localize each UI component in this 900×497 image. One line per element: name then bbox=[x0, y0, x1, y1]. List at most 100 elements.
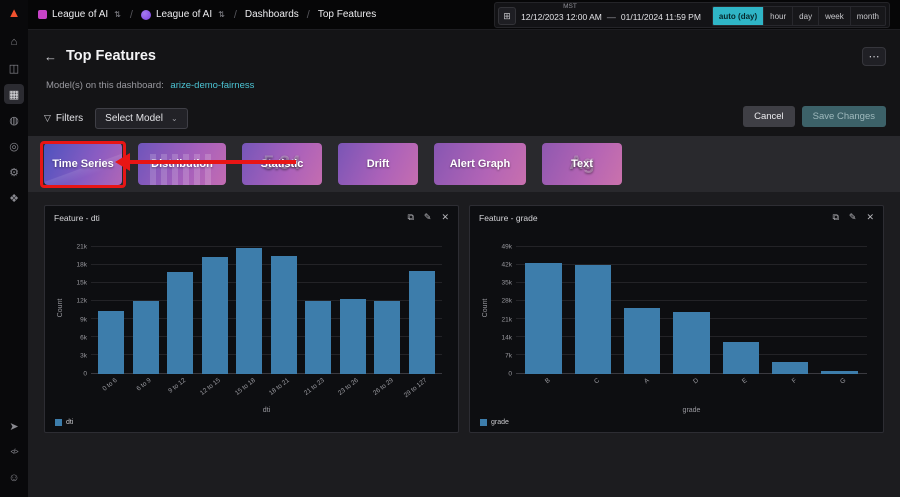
y-tick-labels: 03k6k9k12k15k18k21k bbox=[57, 242, 87, 374]
chart-panel: Feature - grade ⧉ ✎ ✕ Count 07k14k21k28k… bbox=[469, 205, 884, 433]
widget-card-label: Time Series bbox=[52, 158, 114, 170]
integrations-icon[interactable]: ❖ bbox=[4, 188, 24, 208]
org-avatar-icon bbox=[38, 10, 47, 19]
bar bbox=[236, 248, 262, 374]
code-icon[interactable]: </> bbox=[4, 442, 24, 462]
date-start[interactable]: 12/12/2023 12:00 AM bbox=[516, 12, 607, 22]
plot-area: Count 07k14k21k28k35k42k49k BCADEFG grad… bbox=[516, 242, 867, 374]
widget-card-drift[interactable]: Drift bbox=[338, 143, 418, 185]
granularity-hour[interactable]: hour bbox=[764, 6, 793, 26]
page-title: Top Features bbox=[66, 48, 156, 64]
embeddings-icon[interactable]: ◎ bbox=[4, 136, 24, 156]
widget-card-statistic[interactable]: 5.34 Statistic bbox=[242, 143, 322, 185]
panel-title: Feature - dti bbox=[54, 213, 100, 223]
breadcrumb-separator: / bbox=[234, 9, 237, 21]
bar bbox=[575, 265, 611, 374]
duplicate-icon[interactable]: ⧉ bbox=[407, 212, 413, 223]
model-link[interactable]: arize-demo-fairness bbox=[170, 80, 254, 91]
home-icon[interactable]: ⌂ bbox=[4, 32, 24, 52]
breadcrumb-dashboards[interactable]: Dashboards bbox=[245, 9, 299, 20]
close-icon[interactable]: ✕ bbox=[441, 212, 449, 223]
granularity-month[interactable]: month bbox=[851, 6, 886, 26]
bar bbox=[409, 271, 435, 374]
page-header: ← Top Features bbox=[44, 44, 156, 68]
duplicate-icon[interactable]: ⧉ bbox=[832, 212, 838, 223]
dashboards-icon[interactable]: ▦ bbox=[4, 84, 24, 104]
legend-label: dti bbox=[66, 419, 73, 426]
x-axis-label: grade bbox=[516, 407, 867, 414]
legend-label: grade bbox=[491, 419, 509, 426]
send-icon[interactable]: ➤ bbox=[4, 416, 24, 436]
widget-card-label: Text bbox=[571, 158, 593, 170]
bar bbox=[723, 342, 759, 374]
panel-header: Feature - grade ⧉ ✎ ✕ bbox=[470, 206, 883, 223]
edit-pencil-icon[interactable]: ✎ bbox=[424, 212, 432, 223]
model-line: Model(s) on this dashboard: arize-demo-f… bbox=[46, 80, 254, 91]
bar bbox=[673, 312, 709, 374]
cancel-button[interactable]: Cancel bbox=[743, 106, 795, 127]
widget-card-alert-graph[interactable]: Alert Graph bbox=[434, 143, 526, 185]
settings-gear-icon[interactable]: ⚙ bbox=[4, 162, 24, 182]
chart-panel: Feature - dti ⧉ ✎ ✕ Count 03k6k9k12k15k1… bbox=[44, 205, 459, 433]
space-avatar-icon bbox=[141, 10, 151, 20]
monitors-icon[interactable]: ◍ bbox=[4, 110, 24, 130]
overflow-menu-button[interactable]: ⋯ bbox=[862, 47, 886, 66]
breadcrumb-current: Top Features bbox=[318, 9, 376, 20]
org-switcher[interactable]: League of AI bbox=[52, 9, 108, 20]
bar bbox=[340, 299, 366, 374]
space-chevron-icon[interactable]: ⇅ bbox=[218, 10, 225, 19]
granularity-day[interactable]: day bbox=[793, 6, 819, 26]
legend: grade bbox=[480, 419, 509, 426]
granularity-auto-day[interactable]: auto (day) bbox=[712, 6, 764, 26]
org-chevron-icon[interactable]: ⇅ bbox=[114, 10, 121, 19]
bar bbox=[271, 256, 297, 374]
granularity-group: auto (day) hour day week month bbox=[712, 6, 886, 26]
widget-card-distribution[interactable]: Distribution bbox=[138, 143, 226, 185]
legend-swatch bbox=[55, 419, 62, 426]
back-arrow-icon[interactable]: ← bbox=[44, 49, 57, 64]
save-changes-button[interactable]: Save Changes bbox=[802, 106, 886, 127]
date-range-separator: — bbox=[607, 12, 616, 22]
models-icon[interactable]: ◫ bbox=[4, 58, 24, 78]
legend: dti bbox=[55, 419, 73, 426]
bar bbox=[202, 257, 228, 374]
space-switcher[interactable]: League of AI bbox=[156, 9, 212, 20]
breadcrumb-separator: / bbox=[307, 9, 310, 21]
panel-title: Feature - grade bbox=[479, 213, 538, 223]
filter-funnel-icon: ▽ bbox=[44, 113, 51, 124]
widget-card-label: Statistic bbox=[261, 158, 304, 170]
topbar: League of AI ⇅ / League of AI ⇅ / Dashbo… bbox=[28, 0, 900, 30]
model-line-label: Model(s) on this dashboard: bbox=[46, 80, 164, 91]
dashboard-canvas: Feature - dti ⧉ ✎ ✕ Count 03k6k9k12k15k1… bbox=[28, 192, 900, 497]
panel-header: Feature - dti ⧉ ✎ ✕ bbox=[45, 206, 458, 223]
filters-label: Filters bbox=[56, 113, 83, 124]
chevron-down-icon: ⌄ bbox=[171, 114, 178, 123]
widget-card-text[interactable]: Ag Text bbox=[542, 143, 622, 185]
sidebar: ▲ ⌂ ◫ ▦ ◍ ◎ ⚙ ❖ ➤ </> ☺ bbox=[0, 0, 28, 497]
bar bbox=[133, 301, 159, 374]
widget-type-strip: Time Series Distribution 5.34 Statistic … bbox=[28, 136, 900, 192]
date-end[interactable]: 01/11/2024 11:59 PM bbox=[616, 12, 706, 22]
edit-pencil-icon[interactable]: ✎ bbox=[849, 212, 857, 223]
filters-row: ▽ Filters Select Model ⌄ bbox=[44, 106, 188, 130]
x-labels: BCADEFG bbox=[516, 374, 867, 406]
widget-card-label: Drift bbox=[367, 158, 390, 170]
arize-logo-icon: ▲ bbox=[8, 6, 21, 19]
bar bbox=[374, 301, 400, 374]
widget-card-time-series[interactable]: Time Series bbox=[44, 143, 122, 185]
time-range-picker: MST ⊞ 12/12/2023 12:00 AM — 01/11/2024 1… bbox=[494, 2, 890, 28]
account-icon[interactable]: ☺ bbox=[4, 468, 24, 488]
timezone-label: MST bbox=[563, 3, 577, 10]
plot-area: Count 03k6k9k12k15k18k21k 0 to 66 to 99 … bbox=[91, 242, 442, 374]
bar bbox=[167, 272, 193, 374]
select-model-dropdown[interactable]: Select Model ⌄ bbox=[95, 108, 188, 129]
bar bbox=[624, 308, 660, 374]
x-axis-label: dti bbox=[91, 407, 442, 414]
select-model-value: Select Model bbox=[105, 113, 163, 124]
breadcrumb-separator: / bbox=[130, 9, 133, 21]
calendar-icon[interactable]: ⊞ bbox=[498, 7, 516, 25]
bars bbox=[516, 242, 867, 374]
action-buttons: Cancel Save Changes bbox=[743, 106, 886, 127]
close-icon[interactable]: ✕ bbox=[866, 212, 874, 223]
granularity-week[interactable]: week bbox=[819, 6, 851, 26]
